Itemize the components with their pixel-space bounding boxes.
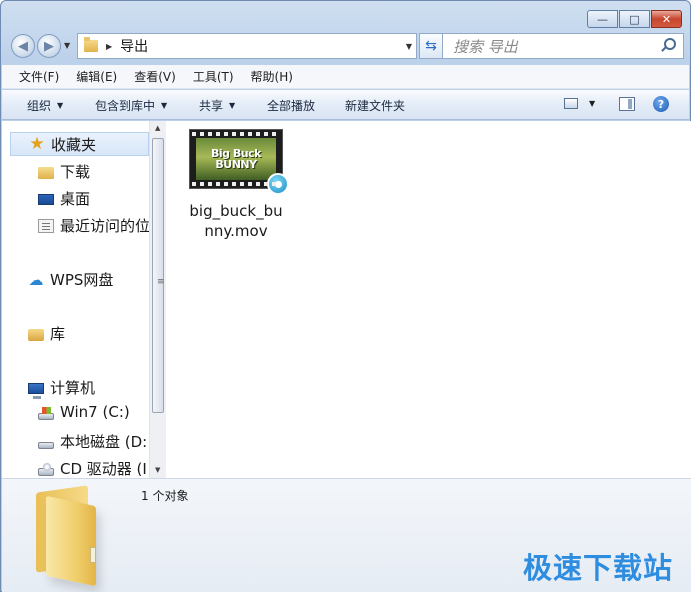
navigation-pane: ★ 收藏夹 下载 桌面 最近访问的位 ☁ WPS网盘 库 计算机 Win7 (C… bbox=[2, 121, 165, 478]
cloud-icon: ☁ bbox=[28, 270, 44, 289]
nav-libraries[interactable]: 库 bbox=[28, 323, 65, 344]
new-folder-button[interactable]: 新建文件夹 bbox=[345, 97, 405, 114]
search-box[interactable]: 搜索 导出 bbox=[442, 33, 684, 59]
nav-recent[interactable]: 最近访问的位 bbox=[38, 215, 150, 236]
folder-icon bbox=[84, 37, 98, 52]
star-icon: ★ bbox=[29, 134, 45, 154]
computer-icon bbox=[28, 382, 44, 399]
caption-buttons: — □ ✕ bbox=[587, 10, 682, 28]
menu-help[interactable]: 帮助(H) bbox=[251, 68, 293, 85]
nav-drive-c-label: Win7 (C:) bbox=[60, 403, 130, 421]
scroll-down-icon[interactable]: ▼ bbox=[155, 466, 160, 474]
change-view-icon[interactable] bbox=[564, 98, 578, 109]
nav-recent-label: 最近访问的位 bbox=[60, 217, 151, 235]
nav-drive-c[interactable]: Win7 (C:) bbox=[38, 403, 130, 421]
back-arrow-icon: ◀ bbox=[18, 38, 28, 54]
nav-wps-cloud[interactable]: ☁ WPS网盘 bbox=[28, 269, 114, 290]
windows-drive-icon bbox=[38, 406, 54, 420]
play-all-button[interactable]: 全部播放 bbox=[267, 97, 315, 114]
include-in-library-button[interactable]: 包含到库中 ▼ bbox=[95, 97, 167, 114]
organize-label: 组织 bbox=[27, 99, 52, 113]
chevron-down-icon: ▼ bbox=[57, 101, 64, 110]
explorer-window: — □ ✕ ◀ ▶ ▼ ▶ 导出 ▼ ⇆ 搜索 导出 文件(F) 编辑(E) 查… bbox=[0, 0, 691, 592]
menu-bar: 文件(F) 编辑(E) 查看(V) 工具(T) 帮助(H) bbox=[2, 65, 689, 89]
folder-icon bbox=[38, 167, 54, 179]
nav-cd-label: CD 驱动器 (I bbox=[60, 460, 147, 478]
nav-desktop[interactable]: 桌面 bbox=[38, 188, 90, 209]
chevron-down-icon: ▼ bbox=[229, 101, 236, 110]
file-list-area[interactable]: Big Buck BUNNY big_buck_bunny.mov bbox=[166, 121, 691, 478]
nav-libraries-label: 库 bbox=[50, 325, 66, 343]
refresh-icon: ⇆ bbox=[425, 38, 437, 54]
scrollbar-thumb[interactable]: ≡ bbox=[152, 138, 165, 413]
play-all-label: 全部播放 bbox=[267, 99, 316, 113]
close-button[interactable]: ✕ bbox=[651, 10, 682, 28]
refresh-button[interactable]: ⇆ bbox=[419, 33, 443, 59]
nav-computer[interactable]: 计算机 bbox=[28, 377, 96, 399]
media-player-icon bbox=[267, 173, 289, 195]
command-bar: 组织 ▼ 包含到库中 ▼ 共享 ▼ 全部播放 新建文件夹 ▼ ? bbox=[2, 90, 689, 120]
nav-downloads-label: 下载 bbox=[60, 163, 91, 181]
library-icon bbox=[28, 329, 44, 341]
address-dropdown-icon[interactable]: ▼ bbox=[402, 42, 416, 51]
search-icon[interactable] bbox=[659, 37, 677, 55]
maximize-icon: □ bbox=[629, 12, 640, 26]
nav-favorites[interactable]: ★ 收藏夹 bbox=[10, 132, 149, 156]
details-pane: 1 个对象 极速下载站 bbox=[2, 478, 691, 592]
thumbnail-title-line: BUNNY bbox=[215, 158, 257, 171]
minimize-button[interactable]: — bbox=[587, 10, 618, 28]
recent-pages-dropdown-icon[interactable]: ▼ bbox=[64, 41, 70, 50]
chevron-down-icon: ▼ bbox=[161, 101, 168, 110]
grip-icon: ≡ bbox=[157, 277, 165, 287]
menu-file[interactable]: 文件(F) bbox=[19, 68, 59, 85]
include-in-library-label: 包含到库中 bbox=[95, 99, 156, 113]
nav-wps-label: WPS网盘 bbox=[50, 271, 114, 289]
menu-tools[interactable]: 工具(T) bbox=[193, 68, 234, 85]
thumbnail-scene: Big Buck BUNNY bbox=[196, 138, 276, 180]
scroll-up-icon[interactable]: ▲ bbox=[155, 124, 160, 132]
menu-view[interactable]: 查看(V) bbox=[134, 68, 176, 85]
video-thumbnail: Big Buck BUNNY bbox=[189, 129, 289, 195]
recent-places-icon bbox=[38, 218, 54, 233]
share-label: 共享 bbox=[199, 99, 224, 113]
minimize-icon: — bbox=[597, 12, 608, 26]
back-button[interactable]: ◀ bbox=[11, 34, 35, 58]
organize-button[interactable]: 组织 ▼ bbox=[27, 97, 63, 114]
address-bar[interactable]: ▶ 导出 ▼ bbox=[77, 33, 417, 59]
nav-computer-label: 计算机 bbox=[50, 379, 96, 397]
forward-arrow-icon: ▶ bbox=[44, 38, 54, 54]
share-button[interactable]: 共享 ▼ bbox=[199, 97, 235, 114]
nav-drive-d-label: 本地磁盘 (D: bbox=[60, 433, 148, 451]
watermark-logo: 极速下载站 bbox=[522, 551, 673, 585]
new-folder-label: 新建文件夹 bbox=[345, 99, 406, 113]
search-input[interactable]: 搜索 导出 bbox=[453, 36, 659, 57]
file-name: big_buck_bunny.mov bbox=[189, 202, 283, 240]
navigation-row: ◀ ▶ ▼ ▶ 导出 ▼ ⇆ 搜索 导出 bbox=[9, 33, 684, 60]
forward-button[interactable]: ▶ bbox=[37, 34, 61, 58]
item-count-status: 1 个对象 bbox=[141, 489, 189, 503]
address-path[interactable]: 导出 bbox=[120, 36, 402, 56]
file-item[interactable]: Big Buck BUNNY big_buck_bunny.mov bbox=[186, 129, 289, 241]
nav-favorites-label: 收藏夹 bbox=[51, 135, 97, 154]
nav-downloads[interactable]: 下载 bbox=[38, 161, 90, 182]
large-folder-icon bbox=[32, 485, 124, 587]
breadcrumb-arrow-icon[interactable]: ▶ bbox=[106, 42, 112, 51]
hard-drive-icon bbox=[38, 442, 54, 449]
nav-desktop-label: 桌面 bbox=[60, 190, 91, 208]
help-icon[interactable]: ? bbox=[653, 96, 669, 112]
close-icon: ✕ bbox=[661, 12, 672, 26]
nav-cd-drive[interactable]: CD 驱动器 (I bbox=[38, 458, 147, 478]
view-options-dropdown-icon[interactable]: ▼ bbox=[589, 99, 595, 108]
desktop-icon bbox=[38, 194, 54, 205]
nav-drive-d[interactable]: 本地磁盘 (D: bbox=[38, 431, 147, 452]
cd-drive-icon bbox=[38, 463, 54, 476]
menu-edit[interactable]: 编辑(E) bbox=[76, 68, 117, 85]
preview-pane-icon[interactable] bbox=[619, 97, 635, 111]
navigation-scrollbar[interactable]: ▲ ≡ ▼ bbox=[149, 121, 166, 478]
maximize-button[interactable]: □ bbox=[619, 10, 650, 28]
